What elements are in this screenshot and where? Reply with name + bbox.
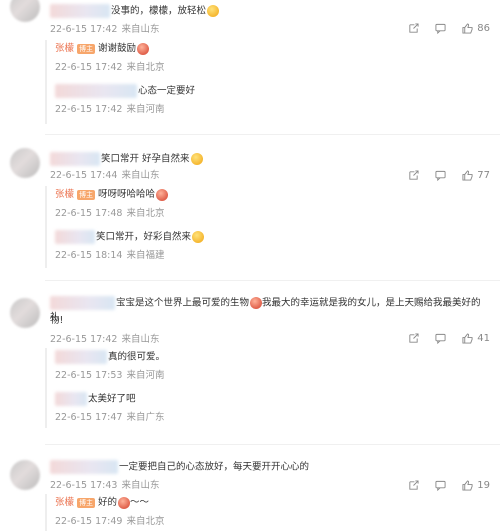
thumbs-up-icon [462, 170, 473, 181]
username[interactable] [50, 460, 118, 474]
emoji-icon [156, 188, 169, 201]
comment-text: 一定要把自己的心态放好，每天要开开心心的 [50, 460, 309, 475]
emoji-icon [250, 297, 263, 309]
comment-text: 笑口常开 好孕自然来 [50, 152, 203, 167]
reply-text: 太美好了吧 [88, 393, 136, 405]
comment-meta: 22-6-15 17:43 来自山东 [50, 480, 160, 491]
reply-author[interactable]: 张檬 [55, 43, 74, 54]
comment-meta: 22-6-15 17:42 来自山东 [50, 24, 160, 35]
avatar[interactable] [10, 298, 40, 328]
thumbs-up-icon [462, 333, 473, 344]
emoji-icon [137, 42, 150, 55]
like-button[interactable]: 86 [462, 23, 490, 34]
divider [45, 134, 500, 135]
avatar[interactable] [10, 0, 40, 22]
username[interactable] [50, 4, 110, 18]
comment-text: 没事的，檬檬，放轻松 [50, 4, 220, 19]
like-count: 77 [477, 170, 490, 181]
reply-box: 真的很可爱。 22-6-15 17:53 来自河南 太美好了吧 22-6-15 1… [45, 348, 492, 428]
blogger-badge: 博主 [77, 497, 96, 508]
comment-text: 宝宝是这个世界上最可爱的生物 我最大的幸运就是我的女儿，是上天赐给我最美好的礼 [50, 296, 481, 323]
like-button[interactable]: 41 [462, 333, 490, 344]
comment-text-continued: 物! [50, 315, 64, 326]
reply-text: 笑口常开，好彩自然来 [96, 231, 192, 243]
reply-text: 呀呀呀哈哈哈 [98, 189, 156, 200]
comment-meta: 22-6-15 17:44 来自山东 [50, 170, 160, 181]
share-icon[interactable] [408, 170, 419, 181]
reply-author[interactable] [55, 392, 87, 406]
username[interactable] [50, 296, 115, 310]
like-button[interactable]: 19 [462, 480, 490, 491]
emoji-icon [207, 5, 220, 17]
reply-box: 张檬 博主 好的 ～～ 22-6-15 17:49 来自北京 [45, 494, 492, 531]
reply-text: 真的很可爱。 [108, 351, 166, 363]
reply-author[interactable] [55, 350, 107, 364]
like-button[interactable]: 77 [462, 170, 490, 181]
avatar[interactable] [10, 148, 40, 178]
reply-text-suffix: ～～ [130, 497, 150, 508]
divider [45, 280, 500, 281]
emoji-icon [190, 153, 203, 165]
comment-meta: 22-6-15 17:42 来自山东 [50, 334, 160, 345]
reply-text: 心态一定要好 [138, 85, 196, 97]
reply-author[interactable]: 张檬 [55, 189, 74, 200]
reply-author[interactable] [55, 230, 95, 244]
blogger-badge: 博主 [77, 43, 96, 54]
reply-text: 好的 [98, 497, 118, 508]
username[interactable] [50, 152, 100, 166]
reply-box: 张檬 博主 呀呀呀哈哈哈 22-6-15 17:48 来自北京 笑口常开，好彩自然来 … [45, 186, 492, 268]
reply-box: 张檬 博主 谢谢鼓励 22-6-15 17:42 来自北京 心态一定要好 22-6-1… [45, 40, 492, 124]
like-count: 19 [477, 480, 490, 491]
comment-icon[interactable] [435, 23, 446, 34]
blogger-badge: 博主 [77, 189, 96, 200]
reply-author[interactable] [55, 84, 137, 98]
like-count: 86 [477, 23, 490, 34]
comment-icon[interactable] [435, 333, 446, 344]
emoji-icon [192, 231, 205, 243]
reply-author[interactable]: 张檬 [55, 497, 74, 508]
thumbs-up-icon [462, 23, 473, 34]
share-icon[interactable] [408, 480, 419, 491]
emoji-icon [118, 496, 131, 509]
reply-text: 谢谢鼓励 [98, 43, 137, 54]
comment-icon[interactable] [435, 480, 446, 491]
share-icon[interactable] [408, 23, 419, 34]
like-count: 41 [477, 333, 490, 344]
divider [45, 444, 500, 445]
comment-icon[interactable] [435, 170, 446, 181]
avatar[interactable] [10, 460, 40, 490]
share-icon[interactable] [408, 333, 419, 344]
thumbs-up-icon [462, 480, 473, 491]
